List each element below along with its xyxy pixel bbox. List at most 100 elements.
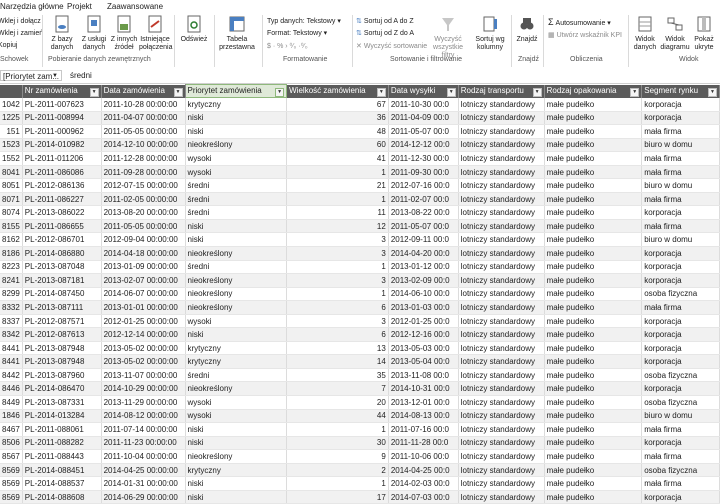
table-cell[interactable]: 2013-11-07 00:00:00	[101, 368, 186, 383]
table-cell[interactable]: lotniczy standardowy	[458, 287, 545, 302]
table-cell[interactable]: lotniczy standardowy	[458, 409, 545, 424]
table-cell[interactable]: PL-2011-088061	[22, 422, 102, 437]
table-cell[interactable]: mała firma	[641, 219, 720, 234]
table-cell[interactable]: małe pudełko	[544, 490, 643, 504]
table-cell[interactable]: 2014-06-07 00:00:00	[101, 287, 186, 302]
table-cell[interactable]: 2011-11-28 00:0	[388, 436, 459, 451]
table-cell[interactable]: 2014-01-31 00:00:00	[101, 476, 186, 491]
table-cell[interactable]: 8337	[0, 314, 23, 329]
table-cell[interactable]: lotniczy standardowy	[458, 111, 545, 126]
table-cell[interactable]: PL-2011-088443	[22, 449, 102, 464]
table-cell[interactable]: 2011-05-05 00:00:00	[101, 219, 186, 234]
table-cell[interactable]: 13	[286, 341, 389, 356]
table-cell[interactable]: PL-2013-087331	[22, 395, 102, 410]
table-cell[interactable]: lotniczy standardowy	[458, 368, 545, 383]
table-cell[interactable]: niski	[185, 111, 288, 126]
table-cell[interactable]: nieokreślony	[185, 138, 288, 153]
table-cell[interactable]: PL-2014-086470	[22, 381, 102, 397]
table-cell[interactable]: 8186	[0, 246, 23, 261]
table-cell[interactable]: lotniczy standardowy	[458, 422, 545, 437]
table-cell[interactable]: PL-2013-087960	[22, 368, 102, 383]
table-cell[interactable]: 17	[286, 490, 389, 504]
table-cell[interactable]: małe pudełko	[544, 97, 643, 112]
table-cell[interactable]: PL-2013-087948	[22, 354, 102, 369]
table-cell[interactable]: małe pudełko	[544, 178, 643, 193]
filter-dropdown-icon[interactable]: ▼	[376, 87, 386, 97]
table-cell[interactable]: średni	[185, 192, 288, 207]
table-cell[interactable]: małe pudełko	[544, 260, 643, 275]
table-cell[interactable]: 2014-06-29 00:00:00	[101, 490, 186, 504]
table-cell[interactable]: 2012-07-16 00:0	[388, 178, 459, 193]
column-header-selected[interactable]: Priorytet zamówienia ▼	[184, 84, 288, 98]
table-cell[interactable]: 2013-01-09 00:00:00	[101, 260, 186, 275]
table-cell[interactable]: małe pudełko	[544, 111, 643, 126]
table-cell[interactable]: nieokreślony	[185, 381, 288, 397]
table-cell[interactable]: mała firma	[641, 476, 720, 491]
table-cell[interactable]: średni	[185, 178, 288, 193]
table-cell[interactable]: lotniczy standardowy	[458, 314, 545, 329]
table-cell[interactable]: lotniczy standardowy	[458, 151, 545, 166]
filter-dropdown-icon[interactable]: ▼	[708, 87, 717, 97]
table-cell[interactable]: 6	[286, 300, 389, 315]
filter-dropdown-icon[interactable]: ▼	[89, 87, 99, 97]
table-cell[interactable]: PL-2011-000962	[22, 124, 102, 139]
table-cell[interactable]: 2012-12-16 00:0	[388, 327, 459, 342]
table-cell[interactable]: 2011-12-30 00:0	[388, 151, 459, 166]
table-cell[interactable]: 7	[286, 381, 389, 397]
table-cell[interactable]: 20	[286, 395, 389, 410]
column-header[interactable]: Rodzaj transportu ▼	[458, 84, 545, 98]
table-cell[interactable]: lotniczy standardowy	[458, 260, 545, 275]
table-cell[interactable]: wysoki	[185, 409, 288, 424]
table-cell[interactable]: PL-2014-088537	[22, 476, 102, 491]
table-cell[interactable]: 8299	[0, 287, 23, 302]
table-cell[interactable]: lotniczy standardowy	[458, 273, 545, 288]
sort-az-button[interactable]: ⇅ Sortuj od A do Z	[356, 18, 414, 26]
table-cell[interactable]: małe pudełko	[544, 300, 643, 315]
table-cell[interactable]: małe pudełko	[544, 219, 643, 234]
table-cell[interactable]: 8051	[0, 178, 23, 193]
table-cell[interactable]: 8332	[0, 300, 23, 315]
table-cell[interactable]: 36	[286, 111, 389, 126]
table-cell[interactable]: PL-2012-087571	[22, 314, 102, 329]
table-cell[interactable]: niski	[185, 436, 288, 451]
table-cell[interactable]: niski	[185, 232, 288, 247]
table-cell[interactable]: korporacja	[641, 354, 720, 369]
table-cell[interactable]: 2011-11-23 00:00:00	[101, 436, 186, 451]
table-cell[interactable]: 2011-04-07 00:00:00	[101, 111, 186, 126]
table-cell[interactable]: 2	[286, 463, 389, 478]
table-cell[interactable]: małe pudełko	[544, 165, 643, 180]
table-cell[interactable]: 2014-06-10 00:0	[388, 287, 459, 302]
table-cell[interactable]: 35	[286, 368, 389, 383]
table-cell[interactable]: lotniczy standardowy	[458, 463, 545, 478]
table-cell[interactable]: 2011-09-28 00:00:00	[101, 165, 186, 180]
table-cell[interactable]: małe pudełko	[544, 138, 643, 153]
column-header-partial[interactable]	[0, 84, 23, 98]
table-cell[interactable]: lotniczy standardowy	[458, 97, 545, 112]
table-cell[interactable]: 1042	[0, 97, 23, 112]
table-cell[interactable]: 8342	[0, 327, 23, 342]
table-cell[interactable]: 2011-12-28 00:00:00	[101, 151, 186, 166]
table-cell[interactable]: lotniczy standardowy	[458, 138, 545, 153]
table-cell[interactable]: PL-2013-087111	[22, 300, 102, 315]
table-cell[interactable]: 2011-05-07 00:0	[388, 219, 459, 234]
table-cell[interactable]: lotniczy standardowy	[458, 232, 545, 247]
table-cell[interactable]: 2012-09-04 00:00:00	[101, 232, 186, 247]
table-cell[interactable]: korporacja	[641, 436, 720, 451]
table-cell[interactable]: 2011-10-28 00:00:00	[101, 97, 186, 112]
table-cell[interactable]: mała firma	[641, 300, 720, 315]
table-cell[interactable]: 44	[286, 409, 389, 424]
table-cell[interactable]: 8506	[0, 436, 23, 451]
table-cell[interactable]: małe pudełko	[544, 368, 643, 383]
table-cell[interactable]: małe pudełko	[544, 151, 643, 166]
table-cell[interactable]: niski	[185, 327, 288, 342]
table-cell[interactable]: wysoki	[185, 165, 288, 180]
table-cell[interactable]: biuro w domu	[641, 138, 720, 153]
table-cell[interactable]: 3	[286, 273, 389, 288]
table-cell[interactable]: PL-2012-087613	[22, 327, 102, 342]
table-cell[interactable]: korporacja	[641, 273, 720, 288]
table-cell[interactable]: lotniczy standardowy	[458, 219, 545, 234]
copy-button[interactable]: Kopiuj	[0, 42, 17, 50]
table-cell[interactable]: PL-2014-088451	[22, 463, 102, 478]
table-cell[interactable]: 2013-02-07 00:00:00	[101, 273, 186, 288]
table-cell[interactable]: mała firma	[641, 165, 720, 180]
